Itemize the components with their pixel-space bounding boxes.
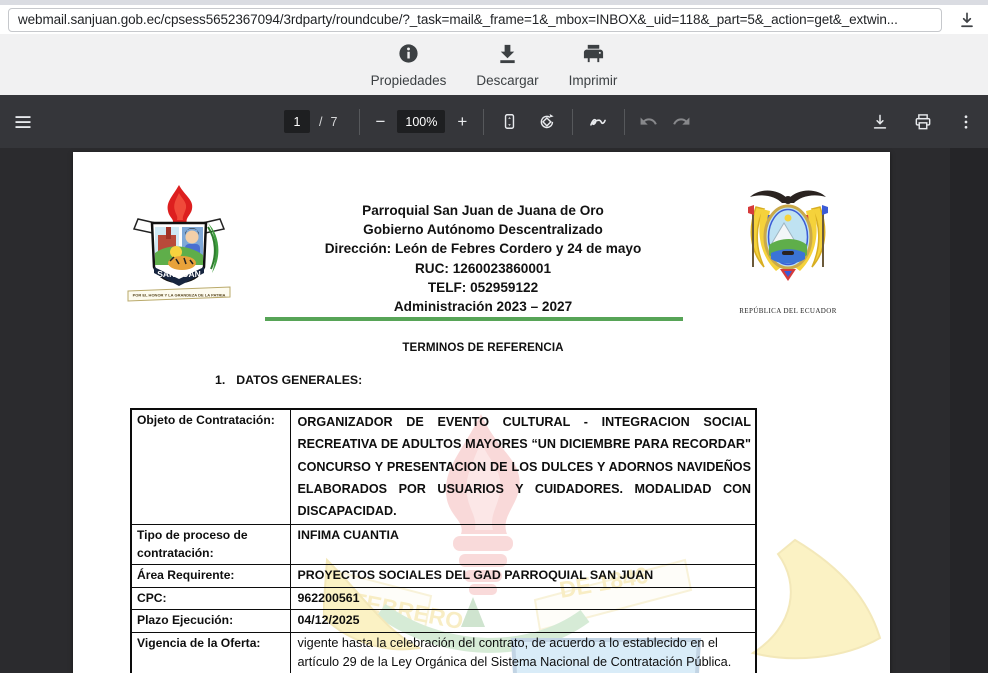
pdf-toolbar: 1 / 7 − 100% +	[0, 95, 988, 148]
properties-button[interactable]: Propiedades	[371, 42, 447, 88]
annotate-icon[interactable]	[588, 112, 608, 132]
print-icon[interactable]	[913, 112, 933, 132]
download-icon[interactable]	[870, 112, 890, 132]
redo-icon[interactable]	[671, 112, 691, 132]
zoom-level-input[interactable]: 100%	[397, 110, 445, 133]
separator	[483, 109, 484, 135]
page-total: 7	[330, 115, 337, 129]
letterhead-line: RUC: 1260023860001	[223, 259, 743, 278]
svg-text:POR EL HONOR Y LA GRANDEZA DE: POR EL HONOR Y LA GRANDEZA DE LA PATRIA	[133, 293, 226, 298]
letterhead-line: Dirección: León de Febres Cordero y 24 d…	[223, 239, 743, 258]
section-number: 1.	[215, 373, 225, 387]
row-value: ORGANIZADOR DE EVENTO CULTURAL - INTEGRA…	[290, 409, 756, 525]
row-value: INFIMA CUANTIA	[290, 525, 756, 565]
letterhead-line: Administración 2023 – 2027	[223, 297, 743, 316]
row-label: Tipo de proceso de contratación:	[131, 525, 290, 565]
address-bar-row: webmail.sanjuan.gob.ec/cpsess5652367094/…	[0, 5, 988, 34]
menu-icon[interactable]	[13, 112, 33, 132]
letterhead: Parroquial San Juan de Juana de Oro Gobi…	[223, 201, 743, 316]
letterhead-rule	[265, 317, 683, 321]
download-icon	[496, 42, 519, 70]
page-current: 1	[294, 115, 301, 129]
row-label: Área Requirente:	[131, 565, 290, 588]
more-options-icon[interactable]	[956, 112, 976, 132]
download-button[interactable]: Descargar	[476, 42, 538, 88]
letterhead-line: Parroquial San Juan de Juana de Oro	[223, 201, 743, 220]
republic-label: REPÚBLICA DEL ECUADOR	[733, 307, 843, 315]
fit-page-icon[interactable]	[499, 112, 519, 132]
table-row: Vigencia de la Oferta: vigente hasta la …	[131, 632, 756, 673]
ecuador-logo: REPÚBLICA DEL ECUADOR	[733, 185, 843, 315]
table-row: Tipo de proceso de contratación: INFIMA …	[131, 525, 756, 565]
page-divider: /	[319, 115, 322, 129]
zoom-level: 100%	[405, 115, 437, 129]
pdf-viewport: FEBRERO DE 1846	[0, 148, 988, 673]
print-icon	[582, 42, 605, 70]
print-button[interactable]: Imprimir	[569, 42, 618, 88]
row-label: Plazo Ejecución:	[131, 610, 290, 633]
document-title: TERMINOS DE REFERENCIA	[223, 341, 743, 354]
separator	[572, 109, 573, 135]
undo-icon[interactable]	[638, 112, 658, 132]
table-row: Objeto de Contratación: ORGANIZADOR DE E…	[131, 409, 756, 525]
info-icon	[397, 42, 420, 70]
url-text: webmail.sanjuan.gob.ec/cpsess5652367094/…	[18, 12, 898, 27]
row-label: Vigencia de la Oferta:	[131, 632, 290, 673]
print-label: Imprimir	[569, 73, 618, 88]
table-row: CPC: 962200561	[131, 587, 756, 610]
separator	[359, 109, 360, 135]
page-number-input[interactable]: 1	[284, 110, 310, 133]
address-bar[interactable]: webmail.sanjuan.gob.ec/cpsess5652367094/…	[8, 8, 942, 32]
table-row: Plazo Ejecución: 04/12/2025	[131, 610, 756, 633]
scrollbar[interactable]	[950, 148, 988, 673]
row-label: Objeto de Contratación:	[131, 409, 290, 525]
download-label: Descargar	[476, 73, 538, 88]
san-juan-logo: SAN JUAN POR EL HONOR Y LA GRANDEZA DE L…	[124, 183, 234, 313]
zoom-in-button[interactable]: +	[457, 113, 467, 130]
browser-window: webmail.sanjuan.gob.ec/cpsess5652367094/…	[0, 0, 988, 673]
pdf-page: FEBRERO DE 1846	[73, 152, 890, 673]
properties-label: Propiedades	[371, 73, 447, 88]
section-title: DATOS GENERALES:	[236, 373, 362, 387]
row-value: 04/12/2025	[290, 610, 756, 633]
row-label: CPC:	[131, 587, 290, 610]
row-value: vigente hasta la celebración del contrat…	[290, 632, 756, 673]
letterhead-line: TELF: 052959122	[223, 278, 743, 297]
rotate-icon[interactable]	[536, 112, 556, 132]
datos-generales-table: Objeto de Contratación: ORGANIZADOR DE E…	[130, 408, 757, 673]
section-heading: 1. DATOS GENERALES:	[215, 373, 362, 387]
download-icon[interactable]	[956, 9, 978, 31]
table-row: Área Requirente: PROYECTOS SOCIALES DEL …	[131, 565, 756, 588]
separator	[624, 109, 625, 135]
letterhead-line: Gobierno Autónomo Descentralizado	[223, 220, 743, 239]
row-value: PROYECTOS SOCIALES DEL GAD PARROQUIAL SA…	[290, 565, 756, 588]
row-value: 962200561	[290, 587, 756, 610]
zoom-out-button[interactable]: −	[375, 113, 385, 130]
svg-text:SAN JUAN: SAN JUAN	[157, 269, 200, 279]
attachment-toolbar: Propiedades Descargar Imprimir	[0, 34, 988, 95]
